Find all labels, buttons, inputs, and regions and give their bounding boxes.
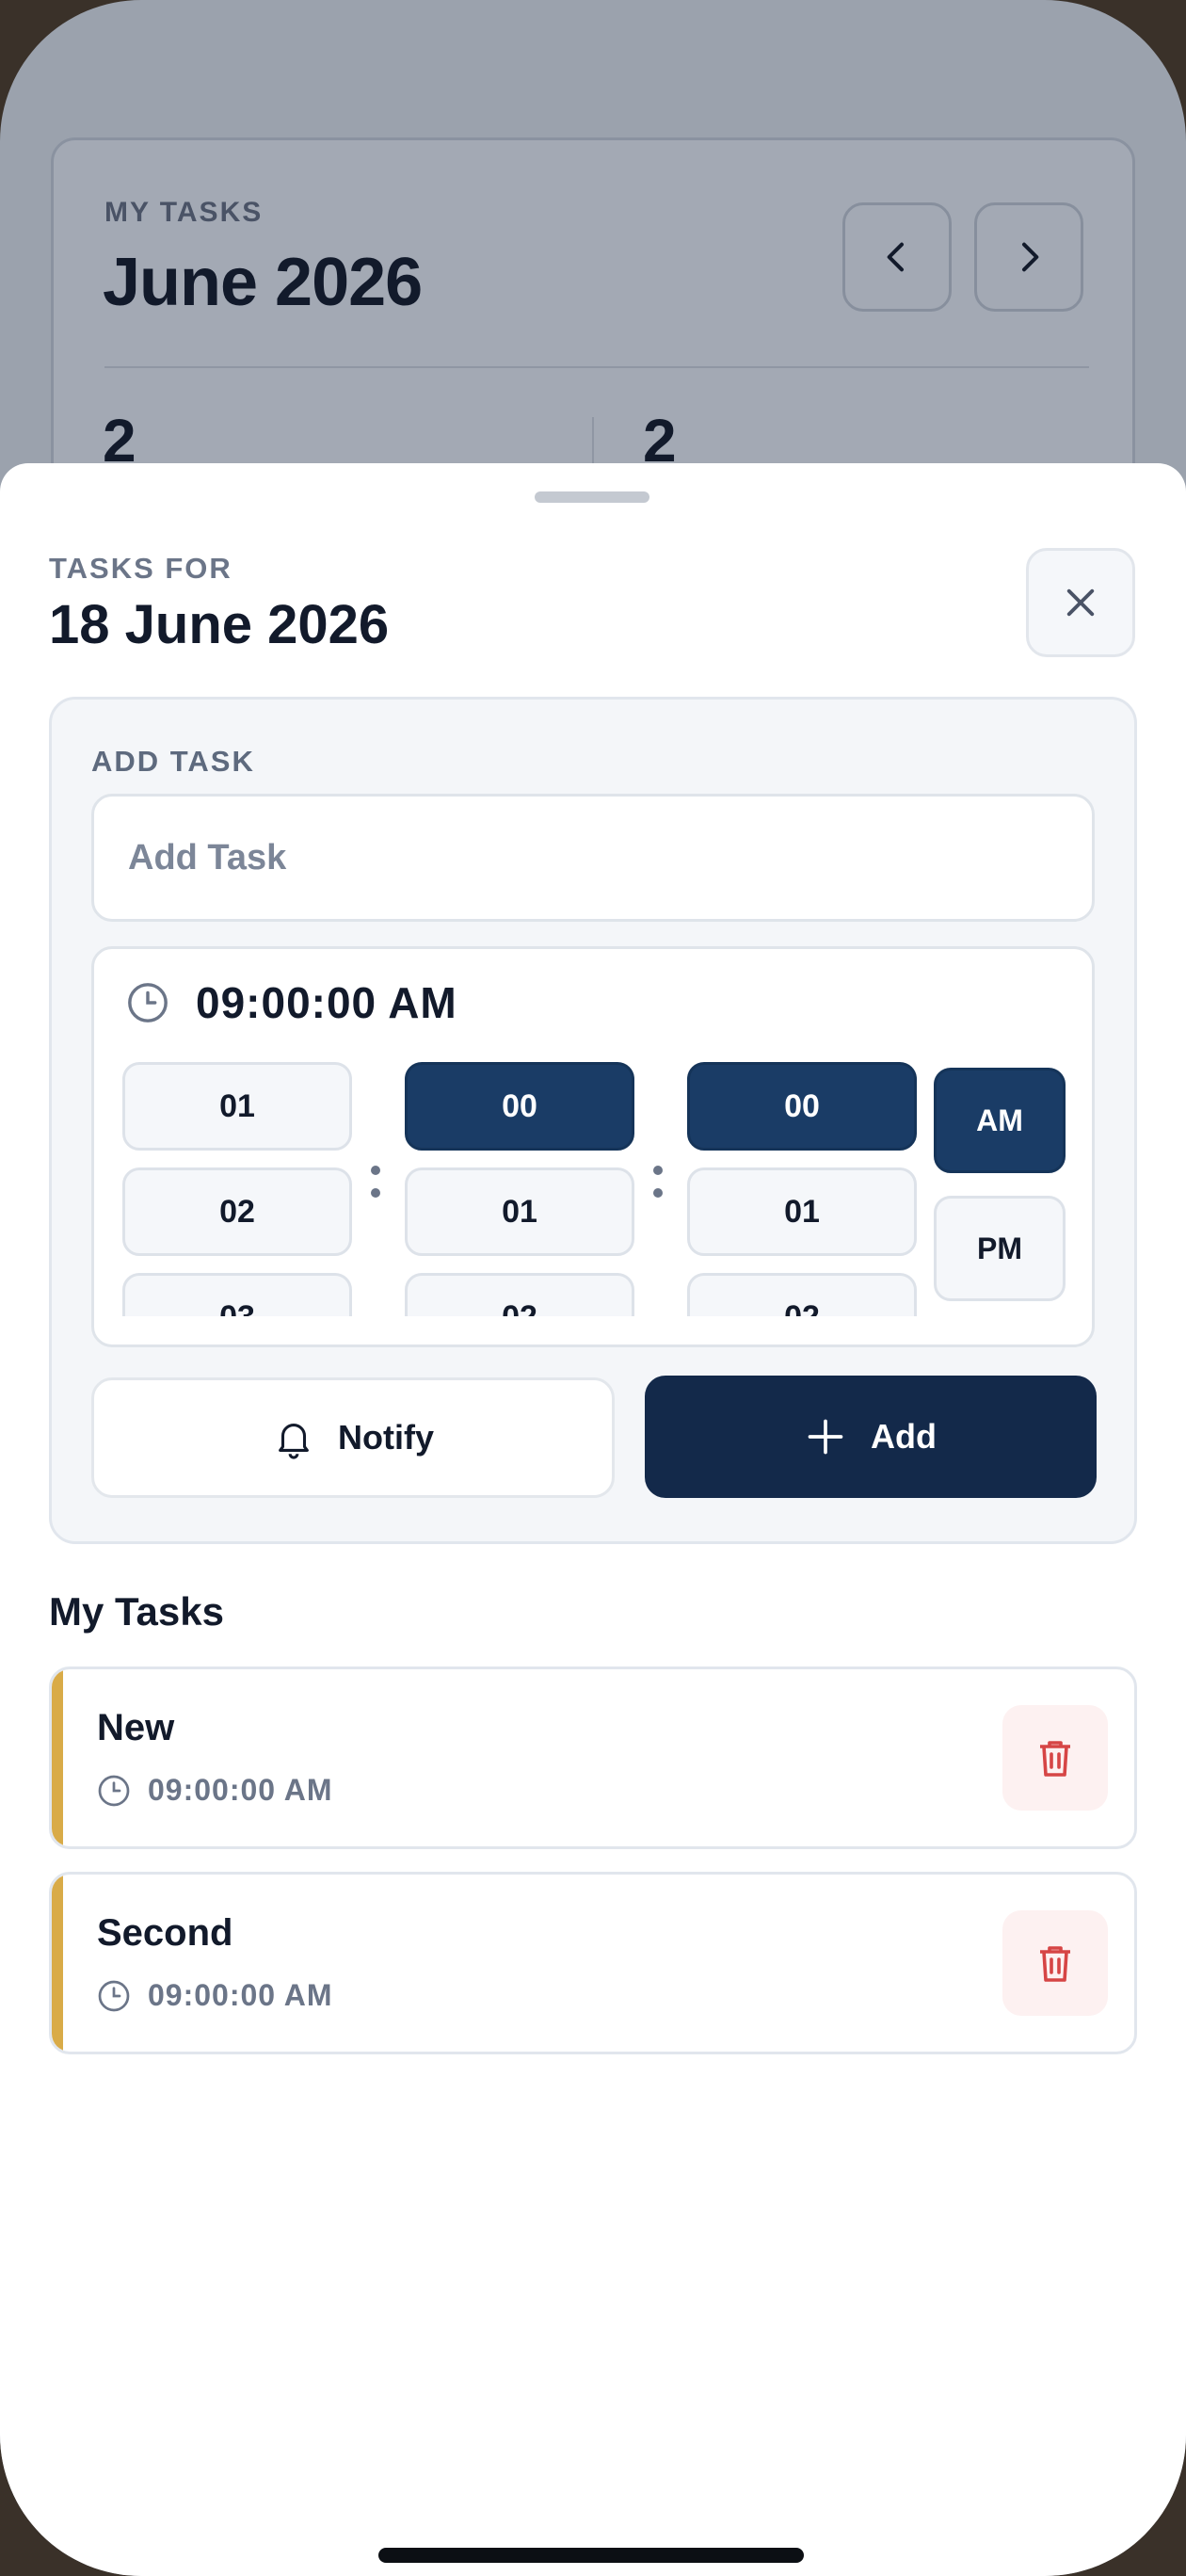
my-tasks-heading: My Tasks [49, 1589, 224, 1634]
task-time: 09:00:00 AM [97, 1978, 333, 2013]
bell-icon [279, 1424, 309, 1459]
chevron-right-icon [1022, 242, 1039, 272]
add-task-panel: ADD TASK 09:00:00 AM 01 02 03 00 [49, 697, 1137, 1544]
notify-label: Notify [338, 1418, 434, 1457]
time-picker: 09:00:00 AM 01 02 03 00 01 02 [91, 946, 1095, 1347]
phone-screen: MY TASKS June 2026 2 2 TASKS FOR 18 June… [0, 0, 1186, 2576]
trash-icon [1040, 1741, 1070, 1777]
task-accent-bar [52, 1669, 63, 1846]
task-name-input[interactable] [91, 794, 1095, 922]
sheet-title: 18 June 2026 [49, 594, 390, 655]
minute-wheel[interactable]: 00 01 02 [405, 1062, 634, 1316]
task-name: New [97, 1707, 175, 1748]
task-time: 09:00:00 AM [97, 1773, 333, 1808]
task-time-text: 09:00:00 AM [148, 1773, 333, 1807]
hour-option[interactable]: 01 [122, 1062, 352, 1151]
clock-icon [98, 1775, 130, 1806]
clock-icon [98, 1980, 130, 2011]
pm-button[interactable]: PM [934, 1196, 1066, 1301]
plus-icon [808, 1419, 843, 1455]
time-separator [371, 1166, 384, 1198]
divider [104, 366, 1089, 368]
minute-option[interactable]: 02 [405, 1273, 634, 1316]
hour-option[interactable]: 03 [122, 1273, 352, 1316]
notify-button[interactable]: Notify [91, 1377, 615, 1498]
month-title: June 2026 [103, 245, 423, 320]
close-icon [1066, 588, 1095, 617]
second-option[interactable]: 01 [687, 1167, 917, 1256]
task-item[interactable]: New 09:00:00 AM [49, 1666, 1137, 1849]
task-accent-bar [52, 1875, 63, 2052]
add-task-button[interactable]: Add [645, 1376, 1097, 1498]
task-item[interactable]: Second 09:00:00 AM [49, 1872, 1137, 2054]
trash-icon [1040, 1946, 1070, 1982]
am-button[interactable]: AM [934, 1068, 1066, 1173]
close-button[interactable] [1026, 548, 1135, 657]
clock-icon [128, 983, 168, 1022]
second-wheel[interactable]: 00 01 02 [687, 1062, 917, 1316]
add-task-label: ADD TASK [91, 745, 255, 778]
hour-option[interactable]: 02 [122, 1167, 352, 1256]
sheet-grabber[interactable] [535, 491, 649, 503]
home-indicator[interactable] [378, 2548, 804, 2563]
time-wheels: 01 02 03 00 01 02 00 01 02 [94, 1062, 1092, 1316]
next-month-button[interactable] [974, 202, 1083, 312]
delete-task-button[interactable] [1002, 1910, 1108, 2016]
second-option[interactable]: 02 [687, 1273, 917, 1316]
sheet-eyebrow: TASKS FOR [49, 552, 232, 585]
time-separator [653, 1166, 666, 1198]
task-name: Second [97, 1912, 233, 1954]
selected-time: 09:00:00 AM [126, 977, 457, 1028]
chevron-left-icon [887, 242, 904, 272]
second-option[interactable]: 00 [687, 1062, 917, 1151]
background-eyebrow: MY TASKS [104, 197, 264, 228]
hour-wheel[interactable]: 01 02 03 [122, 1062, 352, 1316]
previous-month-button[interactable] [842, 202, 952, 312]
minute-option[interactable]: 00 [405, 1062, 634, 1151]
task-time-text: 09:00:00 AM [148, 1978, 333, 2012]
add-label: Add [871, 1417, 937, 1456]
minute-option[interactable]: 01 [405, 1167, 634, 1256]
tasks-sheet: TASKS FOR 18 June 2026 ADD TASK 09:00:00… [0, 463, 1186, 2576]
delete-task-button[interactable] [1002, 1705, 1108, 1811]
selected-time-text: 09:00:00 AM [196, 978, 457, 1027]
